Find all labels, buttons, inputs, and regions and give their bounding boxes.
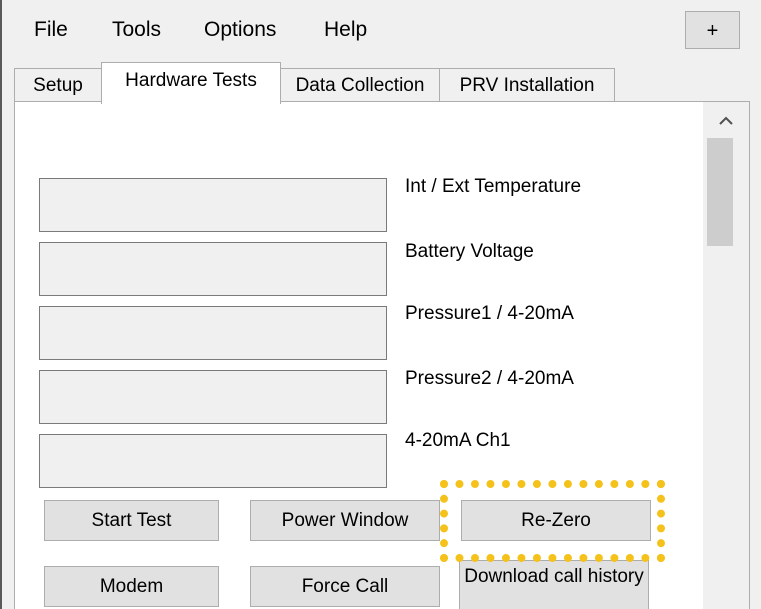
start-test-button[interactable]: Start Test	[44, 500, 219, 541]
battery-voltage-readout	[39, 242, 387, 296]
chevron-up-icon[interactable]	[703, 106, 749, 136]
scroll-thumb[interactable]	[707, 138, 733, 246]
app-window: File Tools Options Help + Setup Hardware…	[0, 0, 761, 609]
menu-tools[interactable]: Tools	[112, 18, 161, 42]
ch1-label: 4-20mA Ch1	[405, 430, 511, 451]
temperature-readout	[39, 178, 387, 232]
ch1-readout	[39, 434, 387, 488]
pressure1-readout	[39, 306, 387, 360]
power-window-button[interactable]: Power Window	[250, 500, 440, 541]
tab-prv-installation[interactable]: PRV Installation	[439, 68, 615, 104]
tab-data-collection[interactable]: Data Collection	[280, 68, 440, 104]
menu-options[interactable]: Options	[204, 18, 276, 42]
temperature-label: Int / Ext Temperature	[405, 176, 582, 197]
modem-button[interactable]: Modem	[44, 566, 219, 607]
re-zero-button[interactable]: Re-Zero	[461, 500, 651, 541]
force-call-button[interactable]: Force Call	[250, 566, 440, 607]
battery-voltage-label: Battery Voltage	[405, 241, 534, 262]
tab-setup[interactable]: Setup	[14, 68, 102, 104]
pressure2-readout	[39, 370, 387, 424]
hardware-tests-panel: Int / Ext Temperature Battery Voltage Pr…	[14, 101, 750, 609]
plus-button[interactable]: +	[685, 11, 740, 49]
pressure1-label: Pressure1 / 4-20mA	[405, 303, 574, 324]
tab-hardware-tests[interactable]: Hardware Tests	[101, 62, 281, 104]
menu-file[interactable]: File	[34, 18, 68, 42]
download-call-history-button[interactable]: Download call history	[459, 560, 649, 609]
pressure2-label: Pressure2 / 4-20mA	[405, 368, 574, 389]
menu-help[interactable]: Help	[324, 18, 367, 42]
vertical-scrollbar[interactable]	[703, 102, 749, 609]
menu-bar: File Tools Options Help +	[4, 0, 761, 58]
tab-strip: Setup Hardware Tests Data Collection PRV…	[4, 62, 761, 104]
